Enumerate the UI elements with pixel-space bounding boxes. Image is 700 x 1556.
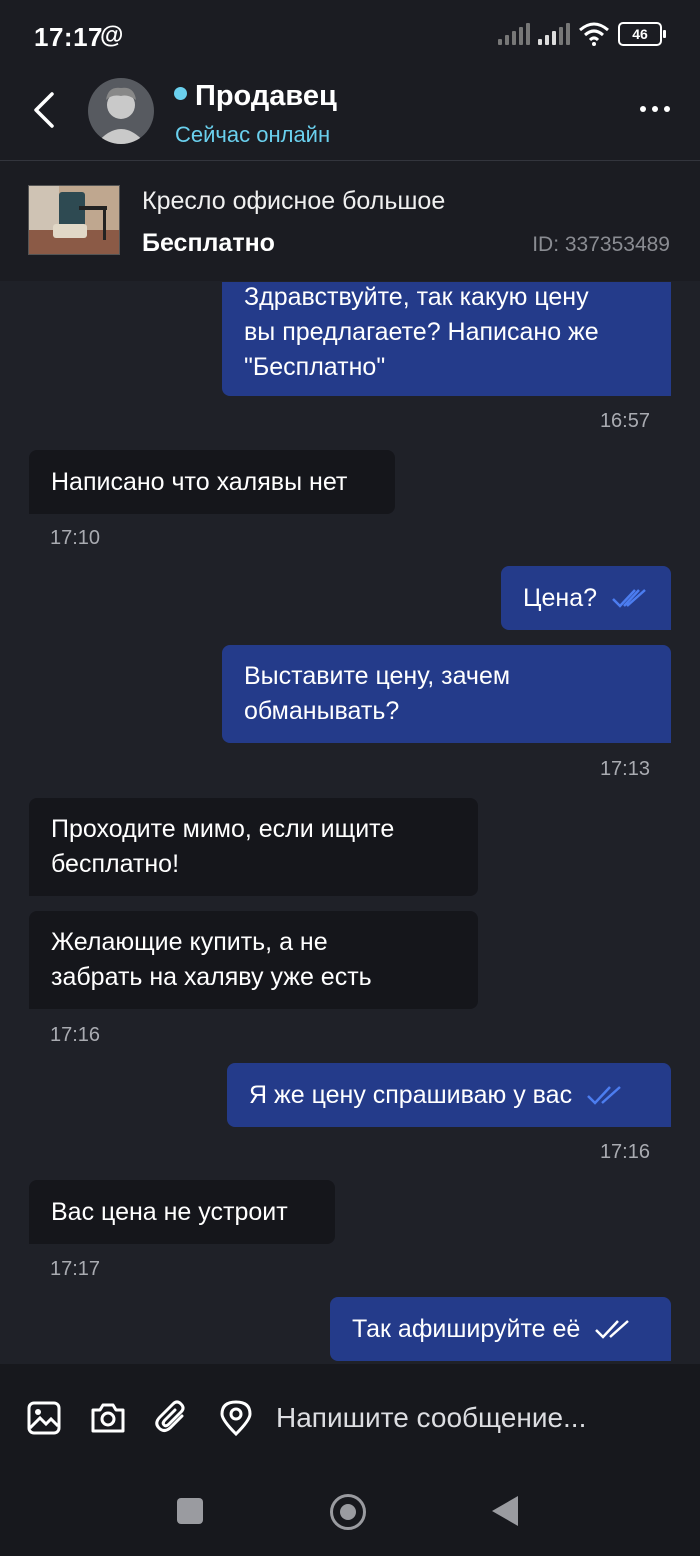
back-button[interactable] [492,1496,518,1526]
location-pin-icon[interactable] [218,1400,254,1436]
signal-icon [538,23,570,45]
status-icons: 46 [498,22,666,46]
message-composer: Напишите сообщение... [0,1364,700,1472]
message-list[interactable]: Здравствуйте, так какую цену вы предлага… [0,282,700,1364]
message-time: 17:16 [50,1024,101,1046]
message-time: 17:10 [50,527,101,549]
seller-name-text: Продавец [195,80,337,112]
avatar[interactable] [88,78,154,144]
product-price: Бесплатно [142,229,275,257]
message-text: Я же цену спрашиваю у вас [249,1080,573,1109]
status-bar: 17:17 @ 46 [0,0,700,76]
product-id: ID: 337353489 [532,233,670,256]
message-time: 17:16 [599,1141,650,1163]
read-checkmarks-icon [595,1320,630,1339]
read-checkmarks-icon [587,1086,621,1105]
product-card[interactable]: Кресло офисное большое Бесплатно ID: 337… [0,161,700,281]
message-outgoing[interactable]: Я же цену спрашиваю у вас [227,1063,671,1127]
product-title: Кресло офисное большое [142,187,446,215]
message-outgoing[interactable]: Цена? [501,566,671,630]
message-text: Вас цена не устроит [51,1197,288,1226]
camera-icon[interactable] [90,1400,126,1436]
home-button[interactable] [330,1494,366,1530]
message-text: Так афишируйте её [352,1314,581,1343]
wifi-icon [579,22,609,46]
message-incoming[interactable]: Написано что халявы нет [29,450,395,514]
message-input[interactable]: Напишите сообщение... [276,1402,586,1434]
message-text: Проходите мимо, если ищите бесплатно! [51,815,395,878]
message-text: Написано что халявы нет [51,467,348,496]
user-silhouette-icon [96,87,146,144]
message-text: Цена? [523,583,598,612]
signal-icon [498,23,530,45]
message-outgoing[interactable]: Так афишируйте её [330,1297,671,1361]
chat-header: Продавец Сейчас онлайн [0,76,700,161]
message-time: 17:17 [50,1258,101,1280]
message-incoming[interactable]: Проходите мимо, если ищите бесплатно! [29,798,478,896]
online-dot-icon [174,86,187,100]
chair-image-icon [29,186,119,254]
online-status: Сейчас онлайн [175,122,331,147]
message-incoming[interactable]: Вас цена не устроит [29,1180,335,1244]
product-thumbnail [28,185,120,255]
message-text: Выставите цену, зачем обманывать? [244,662,511,725]
message-time: 17:13 [599,758,650,780]
recents-button[interactable] [177,1498,203,1524]
read-checkmarks-icon [612,589,646,608]
message-text: Желающие купить, а не забрать на халяву … [51,928,372,991]
message-outgoing[interactable]: Здравствуйте, так какую цену вы предлага… [222,282,671,396]
at-icon: @ [100,22,124,49]
battery-icon: 46 [618,22,666,46]
seller-name[interactable]: Продавец [174,80,337,113]
paperclip-icon[interactable] [154,1400,190,1436]
back-arrow-icon[interactable] [30,90,60,130]
more-menu-icon[interactable] [640,106,670,112]
system-nav-bar [0,1472,700,1556]
message-time: 16:57 [599,410,650,432]
status-time: 17:17 [34,22,103,52]
gallery-icon[interactable] [26,1400,62,1436]
message-text: Здравствуйте, так какую цену вы предлага… [244,282,599,381]
message-outgoing[interactable]: Выставите цену, зачем обманывать? [222,645,671,743]
message-incoming[interactable]: Желающие купить, а не забрать на халяву … [29,911,478,1009]
